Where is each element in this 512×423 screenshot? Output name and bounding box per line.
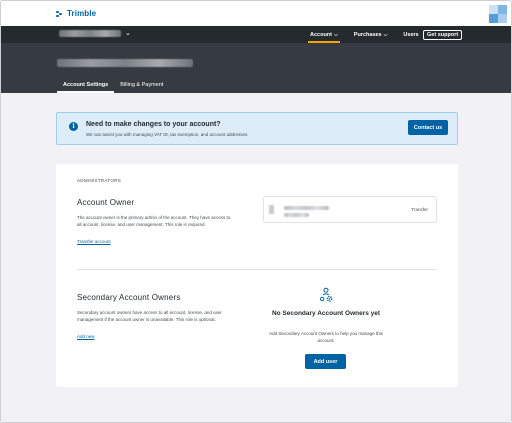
account-owner-card: Transfer [263, 196, 437, 223]
top-bar: Trimble [1, 1, 511, 26]
logo-text: Trimble [67, 9, 97, 18]
banner-title: Need to make changes to your account? [86, 121, 221, 128]
info-banner: i Need to make changes to your account? … [56, 112, 458, 145]
page: Trimble ⌄ Account ⌵ Purchases ⌵ Users Get … [0, 0, 512, 423]
trimble-logo[interactable]: Trimble [56, 9, 96, 18]
trimble-logo-icon [56, 10, 65, 18]
account-switcher[interactable]: ⌄ [59, 30, 131, 37]
add-new-link[interactable]: Add new [77, 334, 95, 339]
tab-billing-payment[interactable]: Billing & Payment [114, 77, 169, 93]
contact-us-button[interactable]: Contact us [408, 120, 448, 135]
empty-state-title: No Secondary Account Owners yet [271, 310, 381, 317]
empty-state-subtitle: Add Secondary Account Owners to help you… [269, 331, 383, 343]
administrators-card: ADMINISTRATORS Account Owner The account… [56, 164, 458, 387]
owner-avatar [269, 205, 274, 214]
owner-name [284, 206, 329, 210]
nav-users-label: Users [403, 31, 419, 38]
main-nav: ⌄ Account ⌵ Purchases ⌵ Users Get support [1, 26, 511, 43]
divider [77, 269, 437, 270]
nav-account-label: Account [310, 31, 332, 38]
nav-account[interactable]: Account ⌵ [308, 26, 340, 43]
users-settings-icon [319, 287, 333, 302]
tab-account-settings[interactable]: Account Settings [57, 77, 115, 93]
nav-purchases[interactable]: Purchases ⌵ [353, 26, 389, 43]
banner-subtitle: We can assist you with managing VAT ID, … [86, 132, 249, 137]
account-owner-description: The account owner is the primary admin o… [77, 215, 231, 227]
chevron-down-icon: ⌵ [334, 31, 338, 38]
account-name [57, 59, 193, 67]
nav-users[interactable]: Users [402, 26, 419, 43]
secondary-owners-description: Secondary account owners have access to … [77, 310, 222, 322]
owner-email [284, 213, 309, 217]
user-avatar[interactable] [489, 5, 507, 23]
account-switcher-value [59, 30, 121, 37]
chevron-down-icon: ⌵ [383, 31, 388, 38]
nav-items: Account ⌵ Purchases ⌵ Users [308, 26, 434, 43]
get-support-button[interactable]: Get support [423, 30, 463, 40]
transfer-account-link[interactable]: Transfer account [77, 239, 111, 244]
account-owner-heading: Account Owner [77, 198, 135, 207]
transfer-button[interactable]: Transfer [411, 207, 428, 212]
add-user-button[interactable]: Add user [305, 354, 346, 369]
section-label: ADMINISTRATORS [77, 178, 122, 183]
account-header: Account Settings Billing & Payment [1, 43, 511, 93]
info-icon: i [69, 122, 78, 131]
secondary-owners-heading: Secondary Account Owners [77, 293, 181, 302]
nav-purchases-label: Purchases [353, 31, 382, 38]
settings-tabs: Account Settings Billing & Payment [57, 77, 169, 93]
chevron-down-icon: ⌄ [125, 30, 131, 37]
